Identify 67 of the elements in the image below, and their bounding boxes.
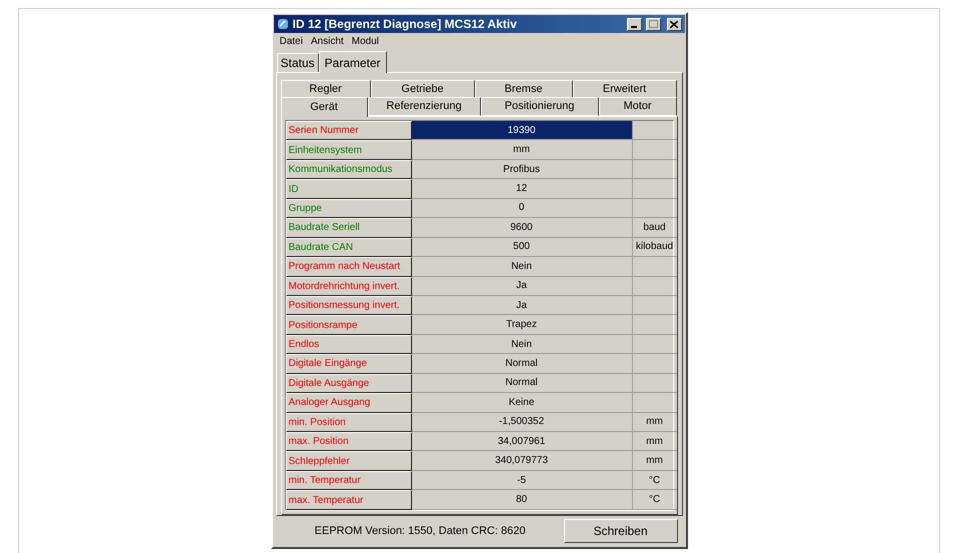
parameter-name: ID xyxy=(286,179,412,199)
parameter-value[interactable]: 19390 xyxy=(412,121,632,140)
parameter-value[interactable]: 80 xyxy=(412,490,632,510)
status-text: EEPROM Version: 1550, Daten CRC: 8620 xyxy=(314,524,526,539)
parameter-name: Positionsrampe xyxy=(286,315,412,335)
unit-cell: °C xyxy=(632,490,676,510)
parameter-value[interactable]: Nein xyxy=(412,257,632,276)
parameter-value[interactable]: 500 xyxy=(412,238,632,258)
parameter-value[interactable]: Nein xyxy=(412,334,632,354)
parameter-name: Einheitensystem xyxy=(286,140,412,160)
unit-cell: mm xyxy=(632,451,676,471)
parameter-value[interactable]: -1,500352 xyxy=(412,412,632,432)
parameter-name: max. Position xyxy=(286,432,412,452)
parameter-value[interactable]: Profibus xyxy=(412,160,632,180)
maximize-button[interactable] xyxy=(646,18,660,30)
parameter-value[interactable]: -5 xyxy=(412,470,632,490)
unit-cell: kilobaud xyxy=(632,238,676,258)
parameter-name: Analoger Ausgang xyxy=(286,393,412,413)
parameter-name: Baudrate CAN xyxy=(286,238,412,258)
parameter-value[interactable]: 340,079773 xyxy=(412,451,632,471)
parameter-value[interactable]: 34,007961 xyxy=(412,432,632,452)
parameter-value[interactable]: mm xyxy=(412,140,632,160)
tab[interactable]: Regler xyxy=(280,80,370,99)
parameter-name: Schleppfehler xyxy=(286,451,412,471)
parameter-name: Serien Nummer xyxy=(286,121,412,140)
parameter-value[interactable]: Ja xyxy=(412,296,632,316)
minimize-icon xyxy=(631,26,637,28)
close-icon xyxy=(670,20,678,28)
parameter-value[interactable]: 12 xyxy=(412,179,632,199)
unit-cell: baud xyxy=(632,218,676,238)
tab[interactable]: Referenzierung xyxy=(368,97,480,116)
parameter-name: Digitale Eingänge xyxy=(286,354,412,374)
menu-item[interactable]: Datei xyxy=(280,34,303,49)
parameter-value[interactable]: Normal xyxy=(412,374,632,394)
parameter-value[interactable]: 0 xyxy=(412,198,632,218)
parameter-name: Positionsmessung invert. xyxy=(286,296,412,316)
parameter-name: max. Temperatur xyxy=(286,490,412,510)
parameter-name: Baudrate Seriell xyxy=(286,218,412,238)
tab[interactable]: Parameter xyxy=(318,51,387,73)
parameter-value[interactable]: Normal xyxy=(412,354,632,374)
tab[interactable]: Motor xyxy=(598,97,676,116)
parameter-value[interactable]: Ja xyxy=(412,276,632,296)
parameter-name: Endlos xyxy=(286,334,412,354)
parameter-name: min. Temperatur xyxy=(286,470,412,490)
tab[interactable]: Status xyxy=(276,53,319,72)
minimize-button[interactable] xyxy=(626,18,642,30)
parameter-name: Motordrehrichtung invert. xyxy=(286,276,412,296)
app-icon xyxy=(276,18,288,30)
tab[interactable]: Gerät xyxy=(280,97,368,117)
parameter-name: Gruppe xyxy=(286,198,412,218)
parameter-value[interactable]: Trapez xyxy=(412,315,632,335)
parameter-value[interactable]: Keine xyxy=(412,393,632,413)
menu-item[interactable]: Modul xyxy=(352,34,379,49)
write-button[interactable]: Schreiben xyxy=(564,518,678,543)
window-title: ID 12 [Begrenzt Diagnose] MCS12 Aktiv xyxy=(292,16,518,33)
unit-cell: mm xyxy=(632,432,676,452)
unit-cell: mm xyxy=(632,412,676,432)
menu-item[interactable]: Ansicht xyxy=(310,34,344,49)
unit-cell: °C xyxy=(632,470,676,490)
parameter-name: Kommunikationsmodus xyxy=(286,160,412,180)
parameter-name: Digitale Ausgänge xyxy=(286,374,412,394)
close-button[interactable] xyxy=(666,18,682,30)
parameter-name: min. Position xyxy=(286,412,412,432)
parameter-value[interactable]: 9600 xyxy=(412,218,632,238)
tab[interactable]: Positionierung xyxy=(480,97,598,116)
maximize-icon xyxy=(648,20,658,28)
parameter-name: Programm nach Neustart xyxy=(286,257,412,276)
